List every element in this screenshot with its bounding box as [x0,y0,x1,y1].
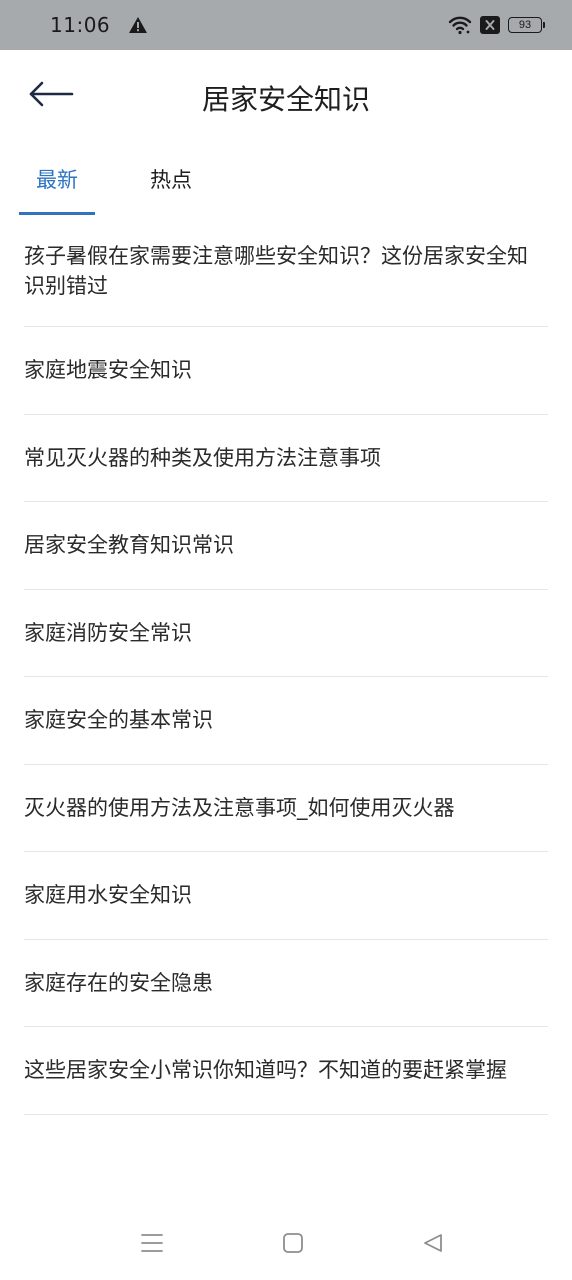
home-button[interactable] [280,1232,306,1258]
back-triangle-icon [422,1232,444,1258]
article-item[interactable]: 灭火器的使用方法及注意事项_如何使用灭火器 [24,765,548,852]
tab-hot[interactable]: 热点 [150,164,192,194]
status-time: 11:06 [50,13,111,37]
home-icon [282,1232,304,1258]
app-header: 居家安全知识 [0,50,572,145]
sim-x-icon [480,16,500,34]
warning-icon [128,15,148,35]
menu-icon [141,1233,163,1257]
article-item[interactable]: 家庭存在的安全隐患 [24,940,548,1027]
status-icons: 93 [448,15,545,35]
back-nav-button[interactable] [420,1232,446,1258]
article-item[interactable]: 居家安全教育知识常识 [24,502,548,590]
status-bar: 11:06 93 [0,0,572,50]
wifi-icon [448,15,472,35]
page-title: 居家安全知识 [201,83,370,116]
tab-bar: 最新 热点 [0,150,572,216]
article-item[interactable]: 家庭安全的基本常识 [24,677,548,765]
battery-icon: 93 [508,17,545,33]
article-item[interactable]: 常见灭火器的种类及使用方法注意事项 [24,415,548,502]
tab-indicator [19,212,95,215]
tab-latest[interactable]: 最新 [36,164,78,194]
article-item[interactable]: 孩子暑假在家需要注意哪些安全知识？这份居家安全知识别错过 [24,216,548,327]
menu-button[interactable] [139,1232,165,1258]
article-list: 孩子暑假在家需要注意哪些安全知识？这份居家安全知识别错过 家庭地震安全知识 常见… [24,216,548,1115]
article-item[interactable]: 家庭地震安全知识 [24,327,548,415]
article-item[interactable]: 这些居家安全小常识你知道吗？不知道的要赶紧掌握 [24,1027,548,1115]
system-nav-bar [0,1210,572,1280]
article-item[interactable]: 家庭用水安全知识 [24,852,548,940]
article-item[interactable]: 家庭消防安全常识 [24,590,548,677]
